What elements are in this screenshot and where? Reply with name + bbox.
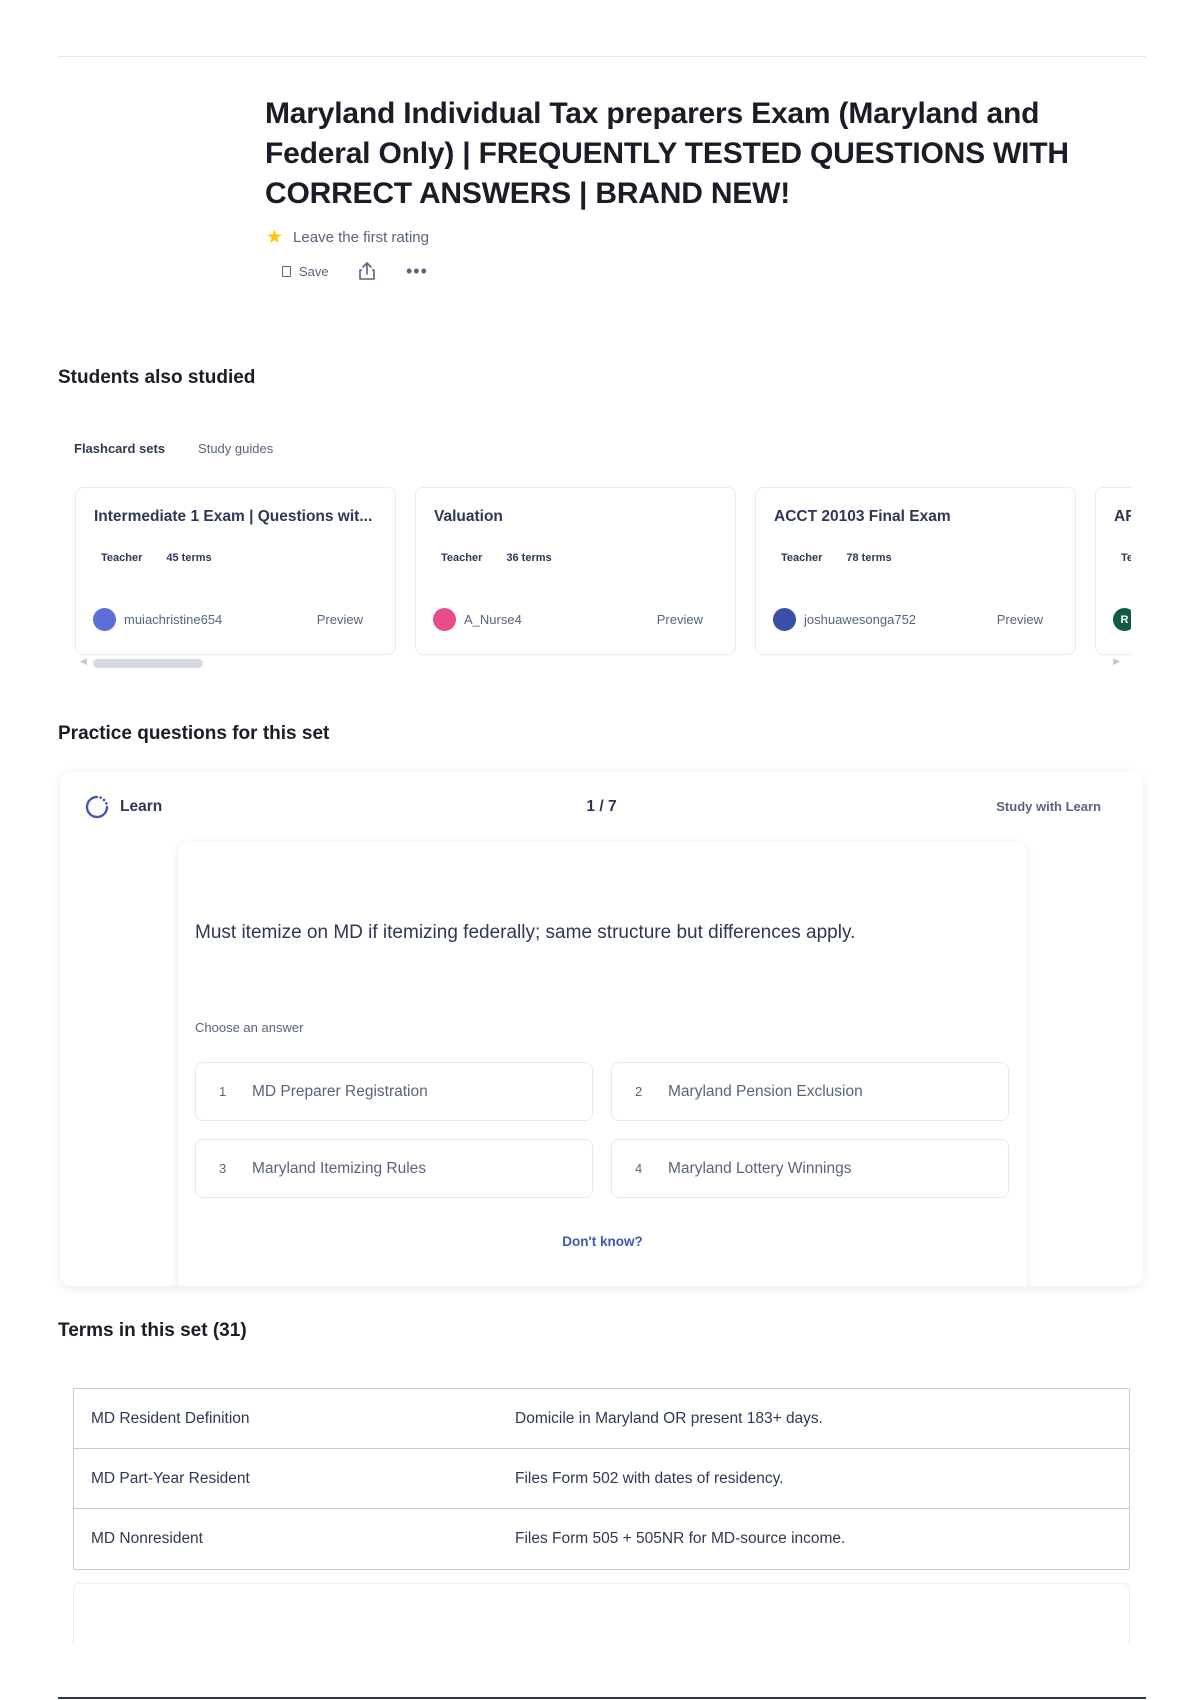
card-username: joshuawesonga752 — [804, 612, 917, 627]
share-icon — [359, 262, 375, 280]
avatar — [433, 608, 456, 631]
term-definition: Domicile in Maryland OR present 183+ day… — [515, 1409, 823, 1427]
students-also-studied-heading: Students also studied — [58, 367, 256, 388]
card-term-count: 36 terms — [506, 552, 552, 564]
card-title: ACCT 20103 Final Exam — [774, 508, 951, 525]
related-sets-carousel: Intermediate 1 Exam | Questions wit... T… — [75, 487, 1131, 655]
term-definition: Files Form 505 + 505NR for MD-source inc… — [515, 1530, 846, 1547]
set-actions: Save ••• — [282, 258, 428, 284]
preview-button[interactable]: Preview — [317, 612, 363, 627]
option-number: 4 — [635, 1161, 643, 1176]
more-icon: ••• — [406, 261, 428, 281]
answer-option-1[interactable]: 1 MD Preparer Registration — [195, 1062, 593, 1121]
card-role-badge: Teacher — [781, 552, 823, 564]
answer-option-4[interactable]: 4 Maryland Lottery Winnings — [611, 1139, 1009, 1198]
card-author[interactable]: muiachristine654 — [93, 608, 222, 631]
preview-button[interactable]: Preview — [657, 612, 703, 627]
rating-text[interactable]: Leave the first rating — [293, 229, 429, 246]
terms-heading: Terms in this set (31) — [58, 1320, 247, 1341]
scrollbar-thumb[interactable] — [93, 659, 203, 668]
option-number: 3 — [219, 1161, 227, 1176]
answer-option-3[interactable]: 3 Maryland Itemizing Rules — [195, 1139, 593, 1198]
term-word: MD Resident Definition — [91, 1409, 250, 1427]
option-text: Maryland Lottery Winnings — [668, 1159, 852, 1177]
card-meta: Teacher 78 terms — [781, 552, 892, 564]
learn-panel: Learn 1 / 7 Study with Learn Must itemiz… — [60, 772, 1143, 1286]
table-row: MD Nonresident Files Form 505 + 505NR fo… — [74, 1509, 1129, 1569]
tab-flashcard-sets[interactable]: Flashcard sets — [74, 441, 165, 456]
scroll-left-arrow-icon[interactable]: ◀ — [80, 656, 87, 667]
tab-study-guides[interactable]: Study guides — [198, 441, 273, 456]
rating-row[interactable]: ★ Leave the first rating — [266, 226, 429, 248]
card-role-badge: Te — [1121, 552, 1131, 564]
save-label: Save — [299, 263, 329, 279]
card-term-count: 45 terms — [166, 552, 212, 564]
table-row: MD Resident Definition Domicile in Maryl… — [74, 1389, 1129, 1449]
card-author[interactable]: R — [1113, 608, 1131, 631]
practice-questions-heading: Practice questions for this set — [58, 723, 330, 744]
related-set-card[interactable]: AR Te R — [1095, 487, 1131, 655]
term-word: MD Part-Year Resident — [91, 1469, 250, 1487]
option-text: Maryland Itemizing Rules — [252, 1159, 427, 1177]
study-tabs: Flashcard sets Study guides — [74, 441, 273, 456]
card-author[interactable]: A_Nurse4 — [433, 608, 522, 631]
terms-table: MD Resident Definition Domicile in Maryl… — [73, 1388, 1130, 1570]
star-icon: ★ — [266, 226, 284, 248]
card-role-badge: Teacher — [101, 552, 143, 564]
term-word: MD Nonresident — [91, 1530, 203, 1547]
card-meta: Teacher 36 terms — [441, 552, 552, 564]
study-with-learn-link[interactable]: Study with Learn — [996, 799, 1101, 814]
card-role-badge: Teacher — [441, 552, 483, 564]
terms-continuation — [73, 1583, 1130, 1645]
term-definition: Files Form 502 with dates of residency. — [515, 1469, 784, 1487]
bookmark-icon — [282, 265, 291, 277]
related-set-card[interactable]: ACCT 20103 Final Exam Teacher 78 terms j… — [755, 487, 1076, 655]
avatar — [93, 608, 116, 631]
card-username: A_Nurse4 — [464, 612, 522, 627]
preview-button[interactable]: Preview — [997, 612, 1043, 627]
card-title: Valuation — [434, 508, 503, 525]
card-meta: Teacher 45 terms — [101, 552, 212, 564]
option-number: 2 — [635, 1084, 643, 1099]
save-button[interactable]: Save — [282, 264, 354, 279]
card-title: Intermediate 1 Exam | Questions wit... — [94, 508, 373, 525]
card-author[interactable]: joshuawesonga752 — [773, 608, 916, 631]
option-text: MD Preparer Registration — [252, 1082, 428, 1100]
card-username: muiachristine654 — [124, 612, 223, 627]
answer-option-2[interactable]: 2 Maryland Pension Exclusion — [611, 1062, 1009, 1121]
option-text: Maryland Pension Exclusion — [668, 1082, 863, 1100]
carousel-scrollbar[interactable]: ◀ ▶ — [80, 656, 1120, 670]
more-options-button[interactable]: ••• — [406, 261, 428, 281]
page-title: Maryland Individual Tax preparers Exam (… — [265, 97, 1069, 210]
question-counter: 1 / 7 — [586, 798, 617, 815]
card-term-count: 78 terms — [846, 552, 892, 564]
question-card: Must itemize on MD if itemizing federall… — [178, 842, 1027, 1286]
card-title: AR — [1114, 508, 1131, 525]
related-set-card[interactable]: Intermediate 1 Exam | Questions wit... T… — [75, 487, 396, 655]
scroll-right-arrow-icon[interactable]: ▶ — [1113, 656, 1120, 667]
option-number: 1 — [219, 1084, 227, 1099]
choose-answer-prompt: Choose an answer — [195, 1020, 304, 1035]
question-text: Must itemize on MD if itemizing federall… — [195, 922, 856, 943]
table-row: MD Part-Year Resident Files Form 502 wit… — [74, 1449, 1129, 1509]
avatar — [773, 608, 796, 631]
top-divider — [58, 56, 1146, 57]
card-meta: Te — [1121, 552, 1131, 564]
dont-know-button[interactable]: Don't know? — [178, 1234, 1027, 1249]
avatar: R — [1113, 608, 1131, 631]
share-button[interactable] — [358, 261, 406, 281]
related-set-card[interactable]: Valuation Teacher 36 terms A_Nurse4 Prev… — [415, 487, 736, 655]
bottom-divider — [58, 1697, 1146, 1699]
